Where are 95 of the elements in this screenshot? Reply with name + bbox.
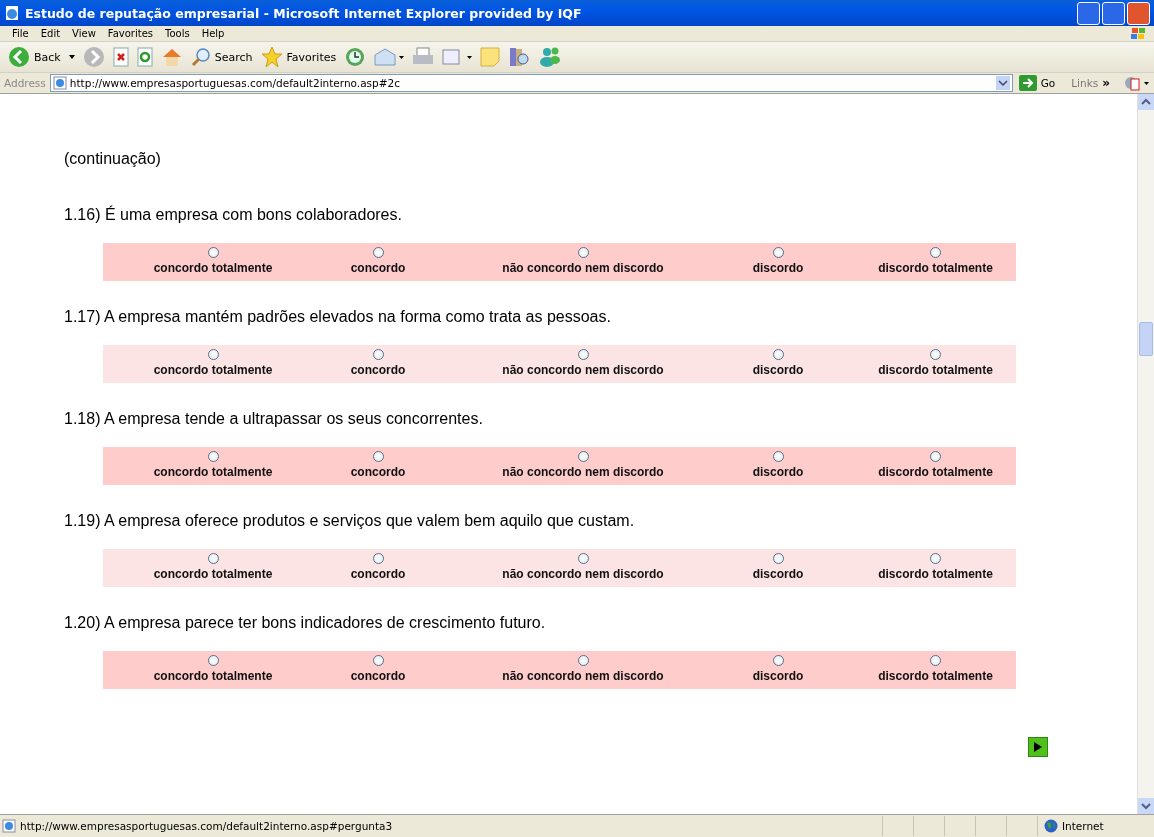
play-arrow-icon <box>1034 742 1042 752</box>
menu-item[interactable]: Tools <box>159 28 196 39</box>
stop-icon[interactable] <box>112 47 129 67</box>
section-heading: (continuação) <box>64 149 162 169</box>
windows-flag-icon <box>1130 26 1148 41</box>
radio-button[interactable] <box>207 451 219 462</box>
option-label: concordo totalmente <box>153 261 273 275</box>
maximize-button[interactable] <box>1102 1 1125 25</box>
page-icon <box>52 76 67 90</box>
radio-button[interactable] <box>372 553 384 564</box>
star-icon <box>260 46 283 68</box>
option-label: concordo <box>350 363 406 377</box>
search-button[interactable]: Search <box>190 47 253 67</box>
radio-button[interactable] <box>577 451 589 462</box>
radio-button[interactable] <box>577 553 589 564</box>
option-label: discordo totalmente <box>878 261 993 275</box>
option-label: não concordo nem discordo <box>502 567 664 581</box>
security-zone: Internet <box>1062 820 1104 832</box>
option-label: discordo <box>752 567 804 581</box>
go-arrow-icon <box>1018 75 1037 91</box>
radio-button[interactable] <box>772 451 784 462</box>
radio-button[interactable] <box>772 655 784 666</box>
ie-logo-icon <box>4 5 20 21</box>
minimize-button[interactable] <box>1077 1 1100 25</box>
dropdown-caret-icon[interactable] <box>68 55 75 59</box>
address-field[interactable]: http://www.empresasportuguesas.com/default2interno.asp#2c <box>49 74 1013 92</box>
option-label: concordo totalmente <box>153 465 273 479</box>
menu-item[interactable]: Help <box>195 28 231 39</box>
links-label: Links <box>1071 77 1099 89</box>
option-label: discordo totalmente <box>878 567 993 581</box>
next-button[interactable] <box>1028 737 1048 757</box>
address-label: Address <box>4 77 46 89</box>
close-button[interactable] <box>1127 1 1150 25</box>
option-label: não concordo nem discordo <box>502 465 664 479</box>
radio-button[interactable] <box>772 553 784 564</box>
scroll-thumb[interactable] <box>1139 322 1153 356</box>
radio-button[interactable] <box>372 451 384 462</box>
radio-button[interactable] <box>372 349 384 360</box>
option-label: concordo totalmente <box>153 363 273 377</box>
option-label: não concordo nem discordo <box>502 261 664 275</box>
option-label: discordo <box>752 669 804 683</box>
radio-button[interactable] <box>930 553 941 564</box>
radio-button[interactable] <box>577 655 589 666</box>
address-text: http://www.empresasportuguesas.com/default2interno.asp#2c <box>69 77 401 89</box>
option-label: concordo <box>350 567 406 581</box>
option-label: discordo totalmente <box>878 465 993 479</box>
radio-button[interactable] <box>372 247 384 258</box>
option-label: discordo totalmente <box>878 363 993 377</box>
question-text: 1.18) A empresa tende a ultrapassar os seus concorrentes. <box>64 409 484 429</box>
research-icon[interactable] <box>508 46 531 68</box>
question-text: 1.20) A empresa parece ter bons indicadores de crescimento futuro. <box>64 613 547 633</box>
radio-button[interactable] <box>207 349 219 360</box>
question-text: 1.17) A empresa mantém padrões elevados na forma como trata as pessoas. <box>64 307 612 327</box>
option-label: concordo <box>350 669 406 683</box>
radio-button[interactable] <box>207 655 219 666</box>
radio-button[interactable] <box>930 451 941 462</box>
radio-button[interactable] <box>930 247 941 258</box>
question-text: 1.19) A empresa oferece produtos e serviços que valem bem aquilo que custam. <box>64 511 636 531</box>
option-label: não concordo nem discordo <box>502 363 664 377</box>
option-label: concordo <box>350 261 406 275</box>
radio-button[interactable] <box>207 553 219 564</box>
go-button[interactable]: Go <box>1016 75 1068 91</box>
menu-item[interactable]: File <box>6 28 35 39</box>
radio-button[interactable] <box>772 349 784 360</box>
links-more-button[interactable]: » <box>1102 76 1110 90</box>
option-label: concordo totalmente <box>153 669 273 683</box>
refresh-icon[interactable] <box>136 47 153 67</box>
option-label: concordo totalmente <box>153 567 273 581</box>
radio-button[interactable] <box>207 247 219 258</box>
radio-button[interactable] <box>772 247 784 258</box>
page-icon <box>2 819 16 833</box>
pdf-icon[interactable] <box>1124 75 1150 91</box>
question-text: 1.16) É uma empresa com bons colaboradores. <box>64 205 403 225</box>
radio-button[interactable] <box>930 349 941 360</box>
radio-button[interactable] <box>577 247 589 258</box>
menu-item[interactable]: Edit <box>34 28 67 39</box>
option-label: discordo <box>752 261 804 275</box>
option-label: discordo totalmente <box>878 669 993 683</box>
option-label: discordo <box>752 465 804 479</box>
menu-item[interactable]: View <box>66 28 102 39</box>
globe-icon <box>1044 819 1058 833</box>
option-label: não concordo nem discordo <box>502 669 664 683</box>
search-icon <box>190 47 211 67</box>
back-button[interactable]: Back <box>8 46 61 68</box>
favorites-button[interactable]: Favorites <box>260 46 337 68</box>
radio-button[interactable] <box>930 655 941 666</box>
option-label: discordo <box>752 363 804 377</box>
option-label: concordo <box>350 465 406 479</box>
status-text: http://www.empresasportuguesas.com/default2interno.asp#pergunta3 <box>20 820 394 832</box>
window-title: Estudo de reputação empresarial - Microsoft Internet Explorer provided by IQF <box>25 5 582 21</box>
radio-button[interactable] <box>577 349 589 360</box>
radio-button[interactable] <box>372 655 384 666</box>
history-icon[interactable] <box>344 46 367 68</box>
messenger-icon[interactable] <box>538 46 563 68</box>
menu-item[interactable]: Favorites <box>101 28 159 39</box>
